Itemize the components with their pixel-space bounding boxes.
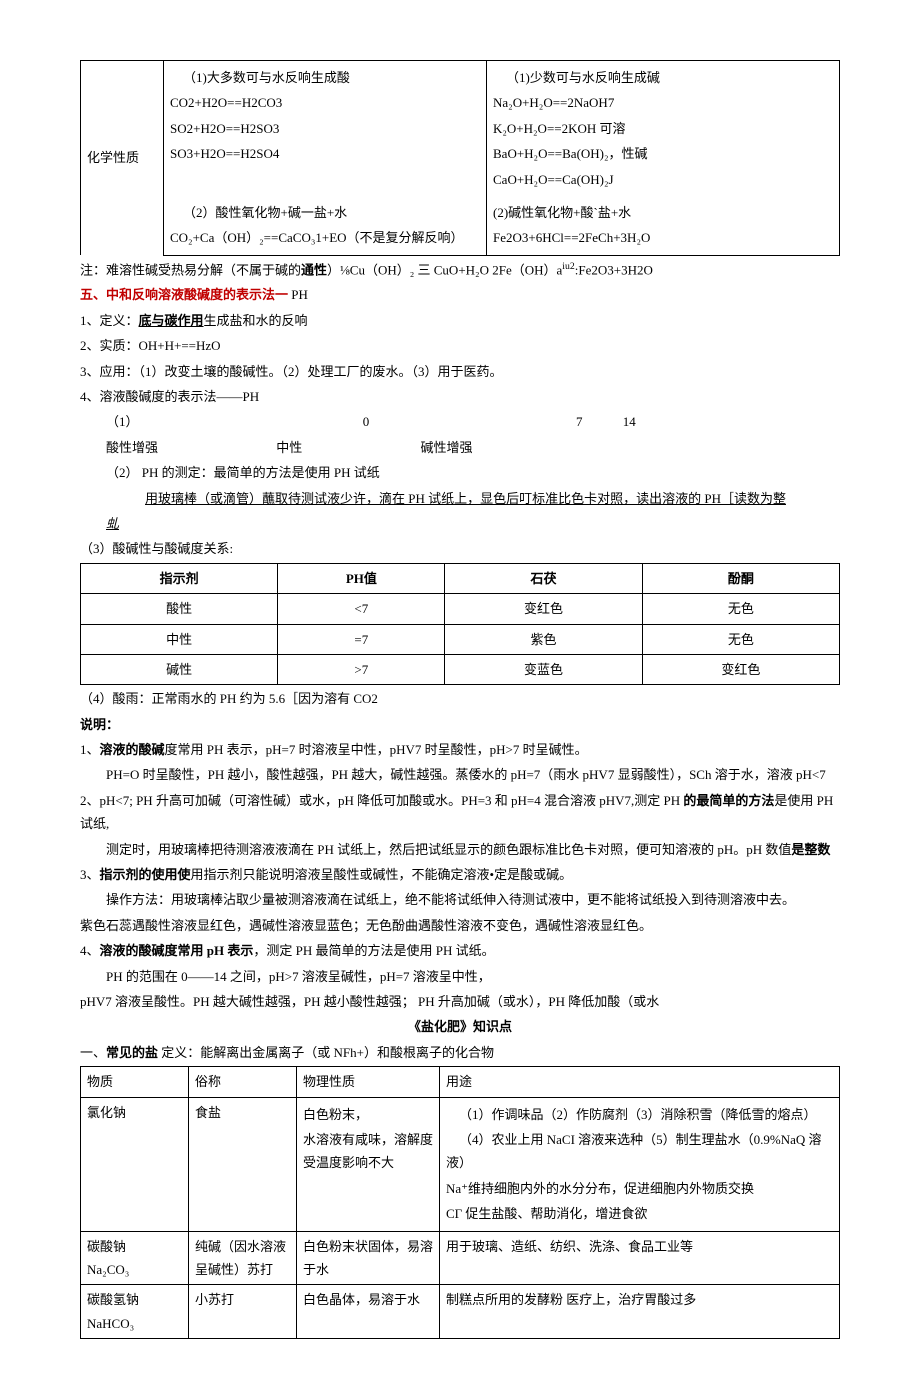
th-indicator: 指示剂 bbox=[81, 563, 278, 593]
table-row: 碱性 >7 变蓝色 变红色 bbox=[81, 654, 840, 684]
explain-3b: 操作方法：用玻璃棒沾取少量被测溶液滴在试纸上，绝不能将试纸伸入待测试液中，更不能… bbox=[80, 888, 840, 911]
ph-measurement: （2） PH 的测定：最简单的方法是使用 PH 试纸 bbox=[80, 461, 840, 484]
explain-4b: PH 的范围在 0——14 之间，pH>7 溶液呈碱性，pH=7 溶液呈中性， bbox=[80, 965, 840, 988]
cell-nahco3-phys: 白色晶体，易溶于水 bbox=[297, 1285, 440, 1339]
table-row: 碳酸钠Na₂CO₃ 纯碱（因水溶液呈碱性）苏打 白色粉末状固体，易溶于水 用于玻… bbox=[81, 1231, 840, 1285]
cell-basic-oxide-water: （1)少数可与水反响生成碱 Na₂O+H₂O==2NaOH7 K₂O+H₂O==… bbox=[487, 61, 840, 196]
acid-rain: （4）酸雨：正常雨水的 PH 约为 5.6［因为溶有 CO2 bbox=[80, 687, 840, 710]
acidity-relation-intro: （3）酸碱性与酸碱度关系: bbox=[80, 537, 840, 560]
salts-table: 物质 俗称 物理性质 用途 氯化钠 食盐 白色粉末， 水溶液有咸味，溶解度受温度… bbox=[80, 1066, 840, 1339]
explain-4: 4、溶液的酸碱度常用 pH 表示，测定 PH 最简单的方法是使用 PH 试纸。 bbox=[80, 939, 840, 962]
explain-2: 2、pH<7; PH 升高可加碱（可溶性碱）或水，pH 降低可加酸或水。PH=3… bbox=[80, 789, 840, 836]
table-row: 中性 =7 紫色 无色 bbox=[81, 624, 840, 654]
th-substance: 物质 bbox=[81, 1067, 189, 1097]
table-row: 氯化钠 食盐 白色粉末， 水溶液有咸味，溶解度受温度影响不大 （1）作调味品（2… bbox=[81, 1097, 840, 1231]
explain-3: 3、指示剂的使用使用指示剂只能说明溶液呈酸性或碱性，不能确定溶液•定是酸或碱。 bbox=[80, 863, 840, 886]
section-5-title: 五、中和反响溶液酸碱度的表示法一 PH bbox=[80, 283, 840, 306]
cell-nacl-phys: 白色粉末， 水溶液有咸味，溶解度受温度影响不大 bbox=[297, 1097, 440, 1231]
cell-baking-soda: 小苏打 bbox=[189, 1285, 297, 1339]
th-ph: PH值 bbox=[278, 563, 445, 593]
cell-salt: 食盐 bbox=[189, 1097, 297, 1231]
table-row: 酸性 <7 变红色 无色 bbox=[81, 594, 840, 624]
oxide-properties-table: 化学性质 （1)大多数可与水反响生成酸 CO2+H2O==H2CO3 SO2+H… bbox=[80, 60, 840, 256]
cell-na2co3-use: 用于玻璃、造纸、纺织、洗涤、食品工业等 bbox=[440, 1231, 840, 1285]
cell-nahco3-use: 制糕点所用的发酵粉 医疗上，治疗胃酸过多 bbox=[440, 1285, 840, 1339]
explain-1: 1、溶液的酸碱度常用 PH 表示，pH=7 时溶液呈中性，pHV7 时呈酸性，p… bbox=[80, 738, 840, 761]
def-neutralization: 1、定义：底与碳作用生成盐和水的反响 bbox=[80, 309, 840, 332]
explain-title: 说明： bbox=[80, 713, 840, 736]
cell-nahco3: 碳酸氢钠 NaHCO₃ bbox=[81, 1285, 189, 1339]
cell-acidic-oxide-base: （2）酸性氧化物+碱一盐+水 CO₂+Ca（OH）₂==CaCO₃1+EO（不是… bbox=[164, 196, 487, 255]
explain-4c: pHV7 溶液呈酸性。PH 越大碱性越强，PH 越小酸性越强； PH 升高加碱（… bbox=[80, 990, 840, 1013]
explain-1b: PH=O 时呈酸性，PH 越小，酸性越强，PH 越大，碱性越强。蒸倭水的 pH=… bbox=[80, 763, 840, 786]
th-litmus: 石茯 bbox=[445, 563, 642, 593]
ph-scale-labels: 酸性增强 中性 碱性增强 bbox=[80, 436, 840, 459]
cell-na2co3-phys: 白色粉末状固体，易溶于水 bbox=[297, 1231, 440, 1285]
th-physical: 物理性质 bbox=[297, 1067, 440, 1097]
indicator-table: 指示剂 PH值 石茯 酚酮 酸性 <7 变红色 无色 中性 =7 紫色 无色 碱… bbox=[80, 563, 840, 686]
cell-nacl: 氯化钠 bbox=[81, 1097, 189, 1231]
explain-3c: 紫色石蕊遇酸性溶液显红色，遇碱性溶液显蓝色；无色酚曲遇酸性溶液不变色，遇碱性溶液… bbox=[80, 914, 840, 937]
cell-soda: 纯碱（因水溶液呈碱性）苏打 bbox=[189, 1231, 297, 1285]
common-salts: 一、常见的盐 定义：能解离出金属离子（或 NFh+）和酸根离子的化合物 bbox=[80, 1041, 840, 1064]
cell-na2co3: 碳酸钠Na₂CO₃ bbox=[81, 1231, 189, 1285]
application: 3、应用：（1）改变土壤的酸碱性。（2）处理工厂的废水。（3）用于医药。 bbox=[80, 360, 840, 383]
row-label: 化学性质 bbox=[81, 61, 164, 256]
ph-scale-numbers: （1） 0 7 14 bbox=[80, 410, 840, 433]
ph-measurement-suffix: 虬 bbox=[80, 512, 840, 535]
cell-acidic-oxide-water: （1)大多数可与水反响生成酸 CO2+H2O==H2CO3 SO2+H2O==H… bbox=[164, 61, 487, 196]
cell-basic-oxide-acid: (2)碱性氧化物+酸`盐+水 Fe2O3+6HCl==2FeCh+3H₂O bbox=[487, 196, 840, 255]
explain-2b: 测定时，用玻璃棒把待测溶液液滴在 PH 试纸上，然后把试纸显示的颜色跟标准比色卡… bbox=[80, 838, 840, 861]
cell-nacl-use: （1）作调味品（2）作防腐剂（3）消除积雪（降低雪的熔点） （4）农业上用 Na… bbox=[440, 1097, 840, 1231]
note-insoluble-base: 注：难溶性碱受热易分解（不属于碱的通性）⅛Cu（OH）₂ 三 CuO+H₂O 2… bbox=[80, 258, 840, 282]
essence: 2、实质：OH+H+==HzO bbox=[80, 334, 840, 357]
fertilizer-title: 《盐化肥》知识点 bbox=[80, 1015, 840, 1038]
th-common-name: 俗称 bbox=[189, 1067, 297, 1097]
th-phenol: 酚酮 bbox=[642, 563, 839, 593]
th-use: 用途 bbox=[440, 1067, 840, 1097]
ph-representation: 4、溶液酸碱度的表示法——PH bbox=[80, 385, 840, 408]
ph-measurement-method: 用玻璃棒（或滴管）蘸取待测试液少许，滴在 PH 试纸上，显色后叮标准比色卡对照，… bbox=[80, 487, 840, 510]
table-row: 碳酸氢钠 NaHCO₃ 小苏打 白色晶体，易溶于水 制糕点所用的发酵粉 医疗上，… bbox=[81, 1285, 840, 1339]
